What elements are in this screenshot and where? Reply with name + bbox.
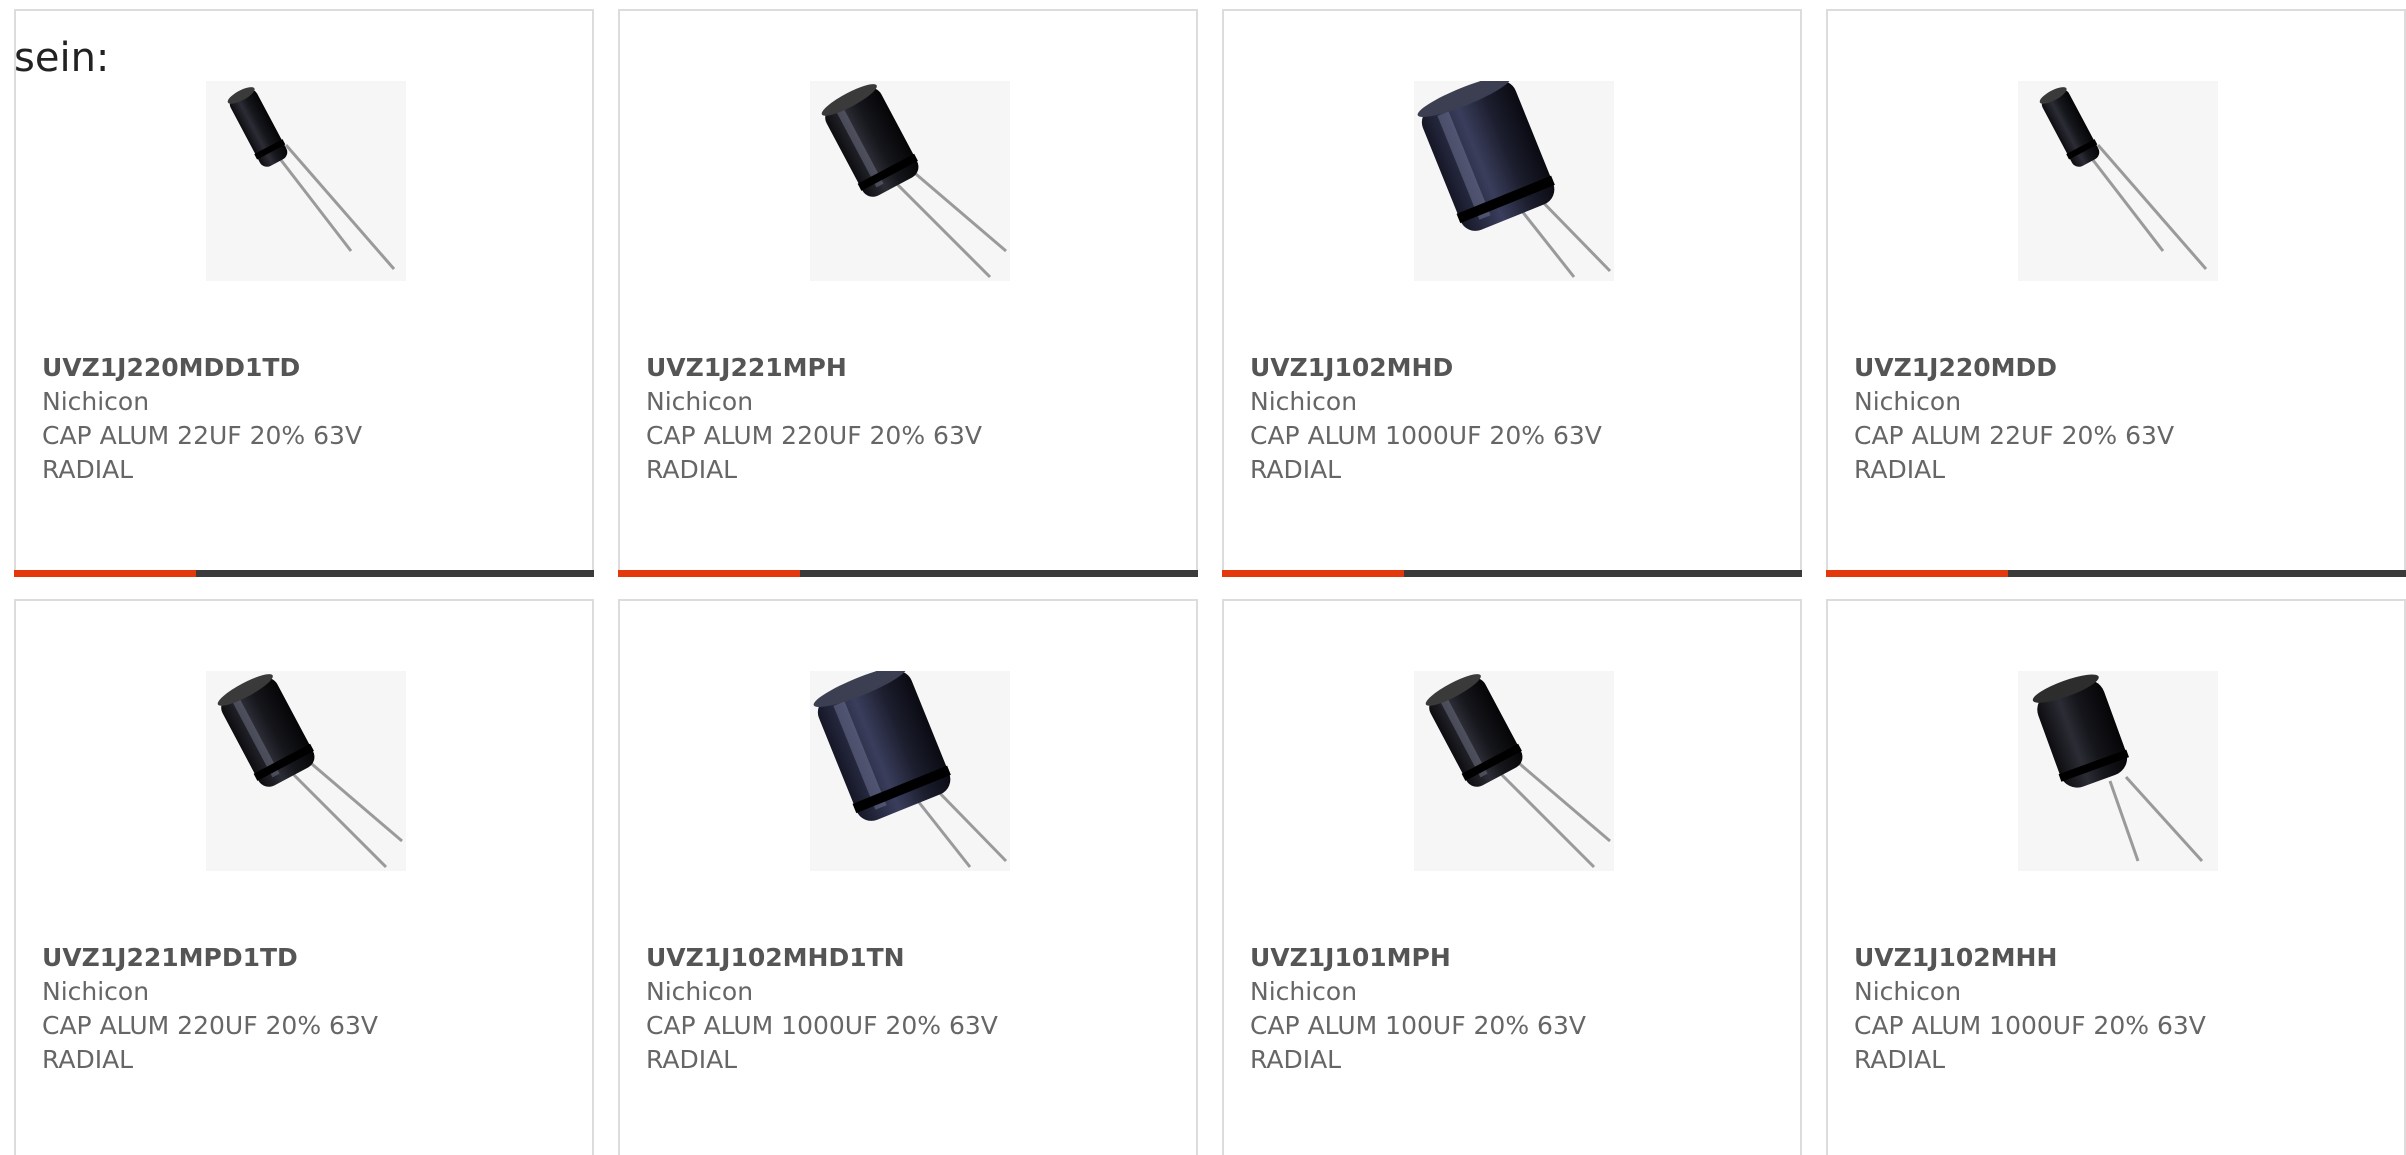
product-description: CAP ALUM 220UF 20% 63V xyxy=(42,1011,378,1040)
card-footer-bar xyxy=(14,570,594,577)
product-description: CAP ALUM 220UF 20% 63V xyxy=(646,421,982,450)
product-card[interactable]: UVZ1J221MPH Nichicon CAP ALUM 220UF 20% … xyxy=(618,9,1198,577)
intro-text: sein: xyxy=(14,35,110,81)
product-row-2: UVZ1J221MPD1TD Nichicon CAP ALUM 220UF 2… xyxy=(14,599,2406,1155)
card-accent-bar xyxy=(1826,570,2008,577)
product-card[interactable]: UVZ1J101MPH Nichicon CAP ALUM 100UF 20% … xyxy=(1222,599,1802,1155)
part-number[interactable]: UVZ1J102MHD1TN xyxy=(646,941,1186,975)
product-card[interactable]: UVZ1J220MDD1TD Nichicon CAP ALUM 22UF 20… xyxy=(14,9,594,577)
product-grid-page: sein: UVZ1J220MDD1TD Nichicon CAP ALUM 2… xyxy=(0,0,2406,1155)
product-description: CAP ALUM 22UF 20% 63V xyxy=(1854,421,2175,450)
product-package: RADIAL xyxy=(42,455,134,484)
card-accent-bar xyxy=(1222,570,1404,577)
small-capacitor-icon xyxy=(2018,81,2218,281)
product-package: RADIAL xyxy=(1854,455,1946,484)
part-number[interactable]: UVZ1J101MPH xyxy=(1250,941,1790,975)
manufacturer-name: Nichicon xyxy=(1250,387,1358,416)
product-package: RADIAL xyxy=(646,455,738,484)
product-card[interactable]: UVZ1J221MPD1TD Nichicon CAP ALUM 220UF 2… xyxy=(14,599,594,1155)
product-card[interactable]: UVZ1J220MDD Nichicon CAP ALUM 22UF 20% 6… xyxy=(1826,9,2406,577)
product-card[interactable]: UVZ1J102MHD1TN Nichicon CAP ALUM 1000UF … xyxy=(618,599,1198,1155)
manufacturer-name: Nichicon xyxy=(42,977,150,1006)
card-footer-bar xyxy=(1826,570,2406,577)
card-accent-bar xyxy=(618,570,800,577)
medium-capacitor-icon xyxy=(810,81,1010,281)
part-number[interactable]: UVZ1J102MHD xyxy=(1250,351,1790,385)
manufacturer-name: Nichicon xyxy=(646,977,754,1006)
card-footer-bar xyxy=(618,570,1198,577)
part-number[interactable]: UVZ1J220MDD1TD xyxy=(42,351,582,385)
card-accent-bar xyxy=(14,570,196,577)
manufacturer-name: Nichicon xyxy=(1250,977,1358,1006)
product-description: CAP ALUM 22UF 20% 63V xyxy=(42,421,363,450)
product-package: RADIAL xyxy=(42,1045,134,1074)
product-description: CAP ALUM 1000UF 20% 63V xyxy=(1854,1011,2206,1040)
product-package: RADIAL xyxy=(646,1045,738,1074)
product-card[interactable]: UVZ1J102MHH Nichicon CAP ALUM 1000UF 20%… xyxy=(1826,599,2406,1155)
part-number[interactable]: UVZ1J221MPH xyxy=(646,351,1186,385)
product-row-1: UVZ1J220MDD1TD Nichicon CAP ALUM 22UF 20… xyxy=(14,9,2406,584)
product-description: CAP ALUM 100UF 20% 63V xyxy=(1250,1011,1586,1040)
part-number[interactable]: UVZ1J220MDD xyxy=(1854,351,2394,385)
product-package: RADIAL xyxy=(1250,1045,1342,1074)
manufacturer-name: Nichicon xyxy=(42,387,150,416)
product-package: RADIAL xyxy=(1854,1045,1946,1074)
product-card[interactable]: UVZ1J102MHD Nichicon CAP ALUM 1000UF 20%… xyxy=(1222,9,1802,577)
large-capacitor-icon xyxy=(1414,81,1614,281)
medium-capacitor-icon xyxy=(206,671,406,871)
part-number[interactable]: UVZ1J221MPD1TD xyxy=(42,941,582,975)
product-description: CAP ALUM 1000UF 20% 63V xyxy=(646,1011,998,1040)
plain-capacitor-icon xyxy=(2018,671,2218,871)
large-capacitor-icon xyxy=(810,671,1010,871)
manufacturer-name: Nichicon xyxy=(1854,977,1962,1006)
product-description: CAP ALUM 1000UF 20% 63V xyxy=(1250,421,1602,450)
manufacturer-name: Nichicon xyxy=(646,387,754,416)
part-number[interactable]: UVZ1J102MHH xyxy=(1854,941,2394,975)
medium-capacitor-icon xyxy=(1414,671,1614,871)
small-capacitor-icon xyxy=(206,81,406,281)
product-package: RADIAL xyxy=(1250,455,1342,484)
manufacturer-name: Nichicon xyxy=(1854,387,1962,416)
card-footer-bar xyxy=(1222,570,1802,577)
